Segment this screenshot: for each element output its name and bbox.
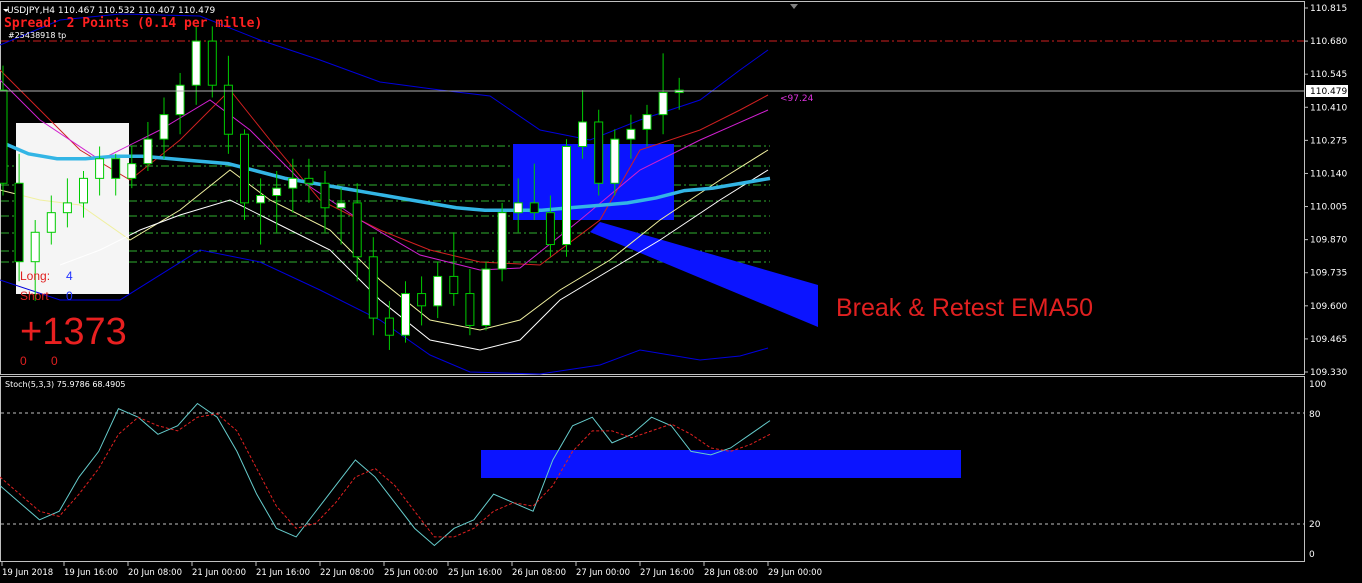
stoch-zone bbox=[481, 450, 961, 478]
price-tick-label: 110.815 bbox=[1310, 4, 1347, 14]
candle-body bbox=[497, 212, 507, 270]
candle-body bbox=[240, 133, 249, 204]
time-tick-label: 28 Jun 08:00 bbox=[704, 568, 758, 578]
candle-body bbox=[513, 202, 523, 214]
candle-body bbox=[562, 145, 571, 246]
price-tick-label: 109.330 bbox=[1310, 368, 1347, 378]
candle-body bbox=[465, 293, 475, 326]
candle-body bbox=[610, 138, 620, 184]
candle-body bbox=[62, 202, 72, 214]
candle-body bbox=[223, 84, 233, 135]
price-tick-label: 110.005 bbox=[1310, 203, 1347, 213]
candle-body bbox=[14, 182, 24, 263]
candle-body bbox=[642, 114, 652, 130]
candle-body bbox=[95, 158, 105, 179]
time-tick-label: 27 Jun 16:00 bbox=[640, 568, 694, 578]
stoch-tick-20: 20 bbox=[1309, 520, 1321, 530]
time-tick-label: 26 Jun 08:00 bbox=[512, 568, 566, 578]
candle-body bbox=[384, 317, 394, 336]
candle-body bbox=[272, 187, 282, 197]
price-tick-label: 110.275 bbox=[1310, 136, 1347, 146]
price-tick-label: 110.410 bbox=[1310, 103, 1347, 113]
trading-chart[interactable]: USDJPY,H4 110.467 110.532 110.407 110.47… bbox=[0, 0, 1362, 583]
price-tick-label: 109.465 bbox=[1310, 335, 1347, 345]
candle-body bbox=[529, 202, 539, 214]
stoch-title: Stoch(5,3,3) 75.9786 68.4905 bbox=[5, 380, 125, 389]
break-retest-label: Break & Retest EMA50 bbox=[836, 294, 1093, 322]
price-tick-label: 110.545 bbox=[1310, 70, 1347, 80]
candle-body bbox=[449, 275, 459, 295]
long-label: Long: bbox=[20, 269, 50, 283]
stoch-tick-100: 100 bbox=[1309, 380, 1326, 390]
time-tick-label: 25 Jun 16:00 bbox=[448, 568, 502, 578]
time-tick-label: 20 Jun 08:00 bbox=[128, 568, 182, 578]
candle-body bbox=[304, 177, 314, 184]
candle-body bbox=[320, 182, 330, 209]
candle-body bbox=[401, 293, 410, 336]
candle-body bbox=[594, 121, 604, 184]
time-tick-label: 19 Jun 2018 bbox=[2, 568, 53, 578]
candle-body bbox=[175, 84, 185, 116]
time-tick-label: 22 Jun 08:00 bbox=[320, 568, 374, 578]
candle-body bbox=[658, 92, 668, 116]
candle-body bbox=[352, 202, 362, 258]
price-tick-label: 110.140 bbox=[1310, 169, 1347, 179]
candle-body bbox=[433, 275, 443, 307]
candle-body bbox=[288, 177, 298, 189]
current-price-label: 110.479 bbox=[1310, 87, 1347, 97]
candle-body bbox=[127, 163, 137, 179]
time-tick-label: 21 Jun 16:00 bbox=[256, 568, 310, 578]
candle-body bbox=[626, 128, 636, 140]
price-tick-label: 109.735 bbox=[1310, 269, 1347, 279]
short-value: 0 bbox=[66, 289, 73, 303]
candle-body bbox=[159, 114, 169, 140]
candle-body bbox=[545, 212, 555, 246]
time-tick-label: 27 Jun 00:00 bbox=[576, 568, 630, 578]
long-value: 4 bbox=[66, 269, 73, 283]
candle-body bbox=[46, 212, 56, 233]
zero-value-a: 0 bbox=[20, 354, 27, 368]
candle-body bbox=[336, 202, 346, 209]
candle-body bbox=[0, 89, 8, 184]
candle-body bbox=[256, 195, 266, 204]
candle-body bbox=[578, 121, 588, 147]
pips-label: <97.24 bbox=[780, 94, 814, 104]
time-tick-label: 25 Jun 00:00 bbox=[384, 568, 438, 578]
candle-body bbox=[191, 40, 201, 86]
price-tick-label: 110.680 bbox=[1310, 37, 1347, 47]
price-tick-label: 109.870 bbox=[1310, 236, 1347, 246]
short-label: Short bbox=[20, 289, 49, 303]
time-tick-label: 29 Jun 00:00 bbox=[768, 568, 822, 578]
candle-body bbox=[30, 231, 40, 263]
profit-value: +1373 bbox=[20, 311, 127, 353]
order-line: #25438918 tp bbox=[8, 31, 66, 40]
symbol-line: USDJPY,H4 110.467 110.532 110.407 110.47… bbox=[7, 6, 216, 16]
candle-body bbox=[79, 177, 88, 204]
candle-body bbox=[368, 256, 378, 319]
candle-body bbox=[111, 158, 121, 179]
zero-value-b: 0 bbox=[51, 354, 58, 368]
stoch-tick-0: 0 bbox=[1309, 550, 1315, 560]
candle-body bbox=[207, 40, 217, 86]
time-tick-label: 21 Jun 00:00 bbox=[192, 568, 246, 578]
candle-body bbox=[417, 293, 427, 307]
candle-body bbox=[143, 138, 153, 165]
stoch-tick-80: 80 bbox=[1309, 410, 1321, 420]
chart-background bbox=[0, 0, 1362, 583]
spread-line: Spread: 2 Points (0.14 per mille) bbox=[4, 16, 262, 31]
price-tick-label: 109.600 bbox=[1310, 302, 1347, 312]
candle-body bbox=[481, 268, 491, 326]
time-tick-label: 19 Jun 16:00 bbox=[64, 568, 118, 578]
